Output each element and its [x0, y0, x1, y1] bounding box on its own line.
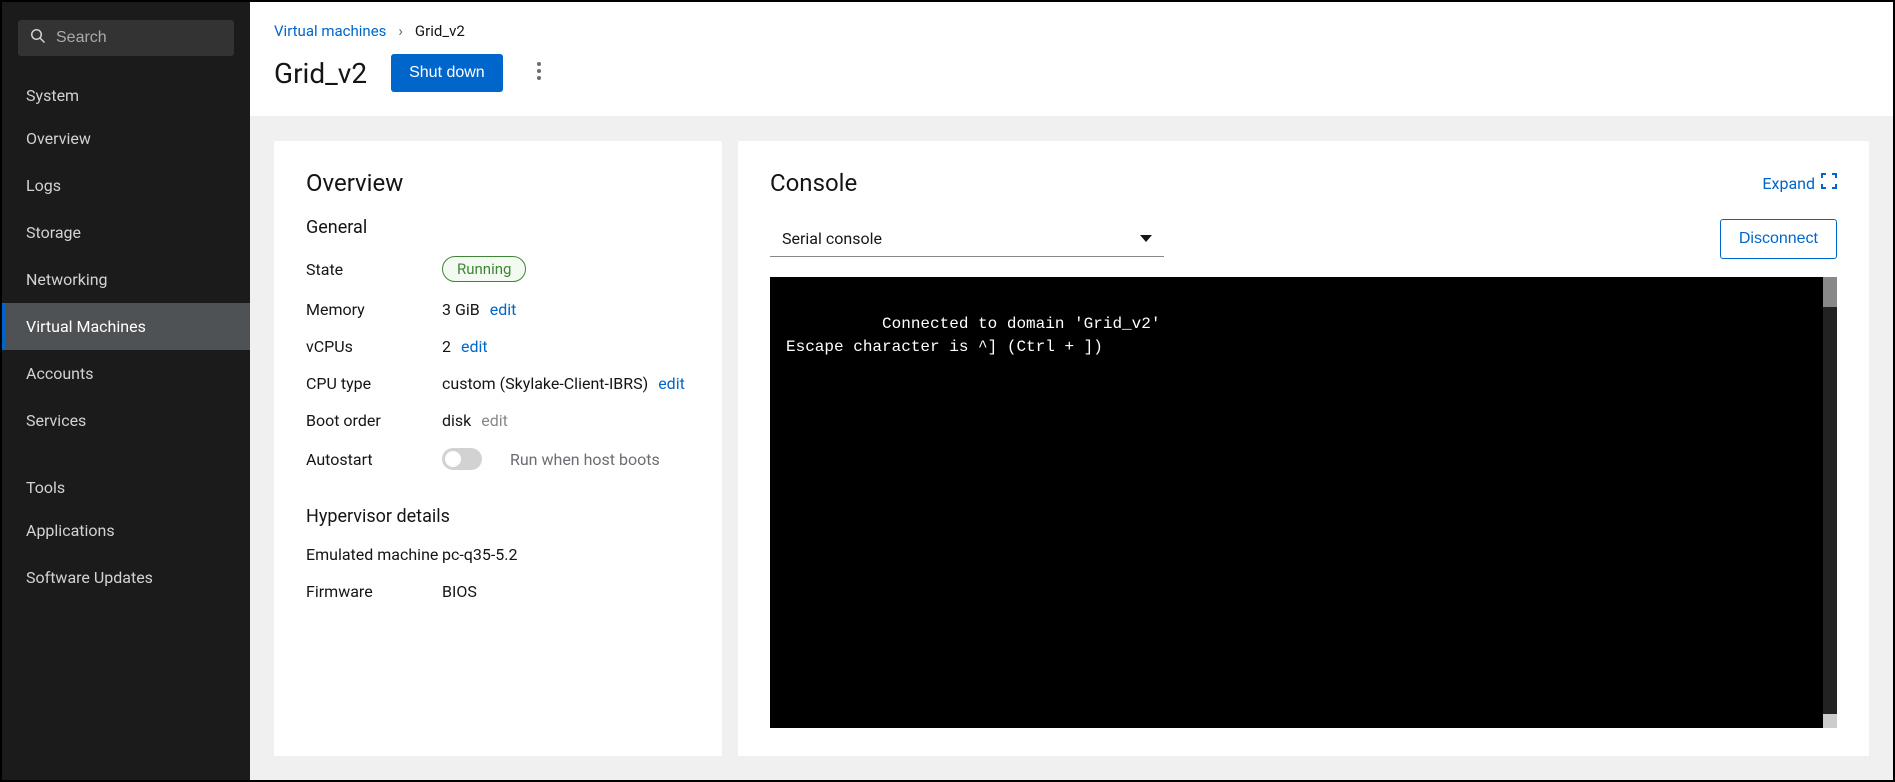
expand-button[interactable]: Expand — [1762, 173, 1837, 193]
search-icon — [30, 28, 46, 48]
general-title: General — [306, 217, 690, 238]
emulated-label: Emulated machine — [306, 545, 442, 564]
breadcrumb: Virtual machines › Grid_v2 — [274, 22, 1869, 40]
firmware-value: BIOS — [442, 582, 477, 601]
content: Overview General State Running Memory 3 … — [250, 117, 1893, 780]
search-input[interactable] — [56, 29, 222, 47]
vcpus-edit-link[interactable]: edit — [461, 337, 488, 356]
boot-value: disk — [442, 411, 471, 430]
sidebar-item-services[interactable]: Services — [2, 397, 250, 444]
autostart-toggle[interactable] — [442, 448, 482, 470]
vcpus-value: 2 — [442, 337, 451, 356]
hypervisor-title: Hypervisor details — [306, 506, 690, 527]
cputype-label: CPU type — [306, 374, 442, 393]
sidebar-item-accounts[interactable]: Accounts — [2, 350, 250, 397]
terminal[interactable]: Connected to domain 'Grid_v2' Escape cha… — [770, 277, 1837, 728]
console-card: Console Expand Serial console Disconnect — [738, 141, 1869, 756]
state-label: State — [306, 260, 442, 279]
kebab-icon — [537, 62, 541, 84]
sidebar-item-applications[interactable]: Applications — [2, 507, 250, 554]
sidebar: System Overview Logs Storage Networking … — [2, 2, 250, 780]
console-title: Console — [770, 169, 857, 197]
overview-title: Overview — [306, 169, 690, 197]
terminal-output: Connected to domain 'Grid_v2' Escape cha… — [786, 315, 1160, 355]
row-cputype: CPU type custom (Skylake-Client-IBRS) ed… — [306, 374, 690, 393]
caret-down-icon — [1140, 235, 1152, 242]
row-emulated: Emulated machine pc-q35-5.2 — [306, 545, 690, 564]
kebab-menu-button[interactable] — [527, 61, 551, 85]
terminal-scrollbar[interactable] — [1823, 277, 1837, 728]
vcpus-label: vCPUs — [306, 337, 442, 356]
header: Virtual machines › Grid_v2 Grid_v2 Shut … — [250, 2, 1893, 117]
row-firmware: Firmware BIOS — [306, 582, 690, 601]
expand-icon — [1821, 173, 1837, 193]
cputype-value: custom (Skylake-Client-IBRS) — [442, 374, 648, 393]
breadcrumb-parent[interactable]: Virtual machines — [274, 22, 386, 40]
chevron-right-icon: › — [398, 22, 403, 40]
boot-edit-link[interactable]: edit — [481, 411, 508, 430]
state-badge: Running — [442, 256, 526, 282]
firmware-label: Firmware — [306, 582, 442, 601]
breadcrumb-current: Grid_v2 — [415, 22, 465, 40]
cputype-edit-link[interactable]: edit — [658, 374, 685, 393]
search-box[interactable] — [18, 20, 234, 56]
sidebar-item-virtual-machines[interactable]: Virtual Machines — [2, 303, 250, 350]
expand-label: Expand — [1762, 174, 1815, 193]
sidebar-item-logs[interactable]: Logs — [2, 162, 250, 209]
row-autostart: Autostart Run when host boots — [306, 448, 690, 470]
memory-edit-link[interactable]: edit — [490, 300, 517, 319]
sidebar-item-overview[interactable]: Overview — [2, 115, 250, 162]
row-state: State Running — [306, 256, 690, 282]
nav-section-system: System — [2, 72, 250, 115]
sidebar-item-software-updates[interactable]: Software Updates — [2, 554, 250, 601]
disconnect-button[interactable]: Disconnect — [1720, 219, 1837, 259]
emulated-value: pc-q35-5.2 — [442, 545, 517, 564]
nav-section-tools: Tools — [2, 464, 250, 507]
memory-label: Memory — [306, 300, 442, 319]
boot-label: Boot order — [306, 411, 442, 430]
memory-value: 3 GiB — [442, 300, 480, 319]
row-memory: Memory 3 GiB edit — [306, 300, 690, 319]
page-title: Grid_v2 — [274, 57, 367, 90]
resize-handle-icon[interactable] — [1823, 714, 1837, 728]
row-vcpus: vCPUs 2 edit — [306, 337, 690, 356]
main: Virtual machines › Grid_v2 Grid_v2 Shut … — [250, 2, 1893, 780]
console-type-select[interactable]: Serial console — [770, 221, 1164, 257]
autostart-label: Autostart — [306, 450, 442, 469]
row-bootorder: Boot order disk edit — [306, 411, 690, 430]
overview-card: Overview General State Running Memory 3 … — [274, 141, 722, 756]
sidebar-item-storage[interactable]: Storage — [2, 209, 250, 256]
autostart-hint: Run when host boots — [510, 450, 660, 469]
sidebar-item-networking[interactable]: Networking — [2, 256, 250, 303]
console-select-value: Serial console — [782, 229, 882, 248]
shutdown-button[interactable]: Shut down — [391, 54, 503, 92]
